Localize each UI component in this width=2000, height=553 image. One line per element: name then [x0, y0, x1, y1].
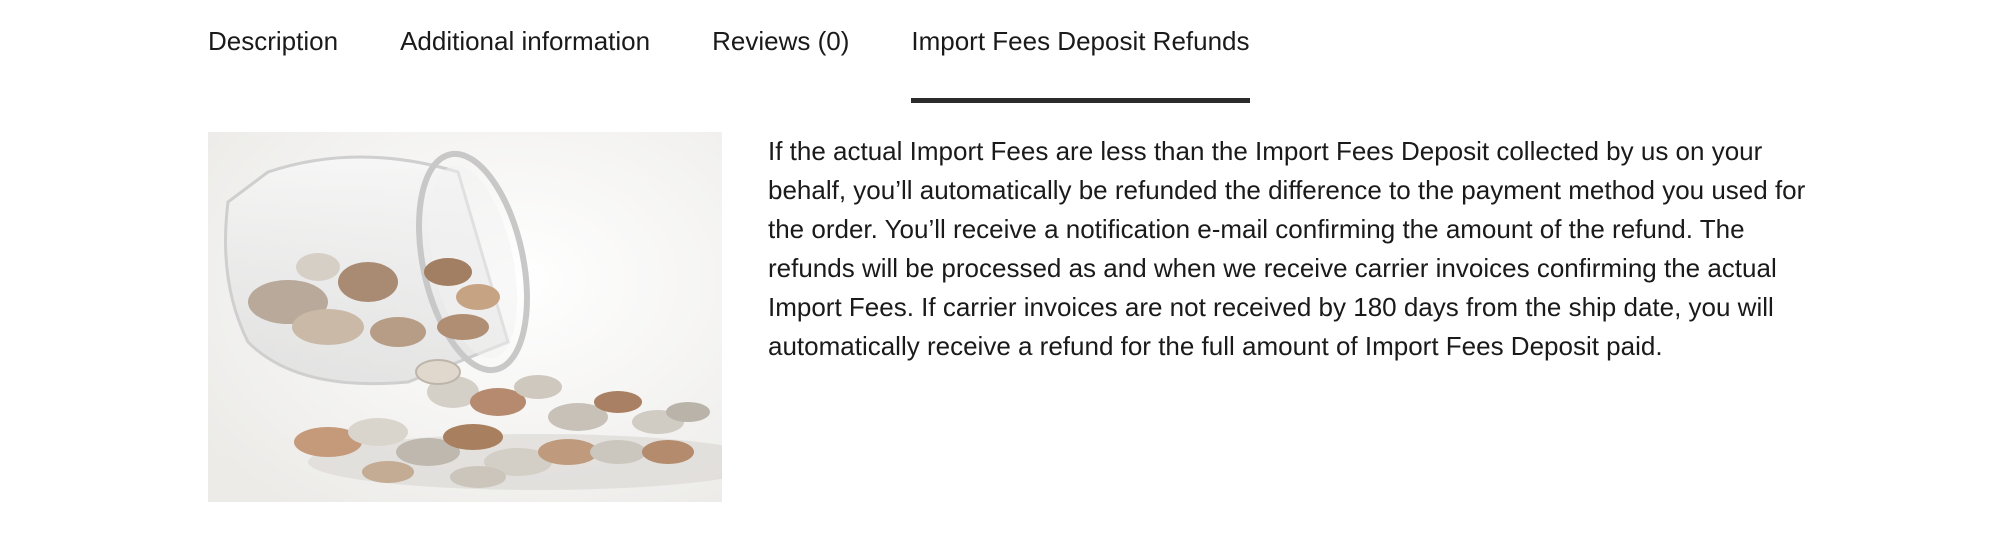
- tab-import-fees-deposit-refunds[interactable]: Import Fees Deposit Refunds: [911, 0, 1250, 103]
- coin-jar-image: [208, 132, 722, 502]
- product-tabs: Description Additional information Revie…: [208, 0, 1312, 103]
- tab-reviews[interactable]: Reviews (0): [712, 0, 849, 78]
- tab-description[interactable]: Description: [208, 0, 338, 78]
- refund-paragraph: If the actual Import Fees are less than …: [768, 136, 1806, 361]
- import-fees-refund-text: If the actual Import Fees are less than …: [768, 132, 1808, 366]
- coin-jar-icon: [208, 132, 722, 502]
- tab-additional-information[interactable]: Additional information: [400, 0, 650, 78]
